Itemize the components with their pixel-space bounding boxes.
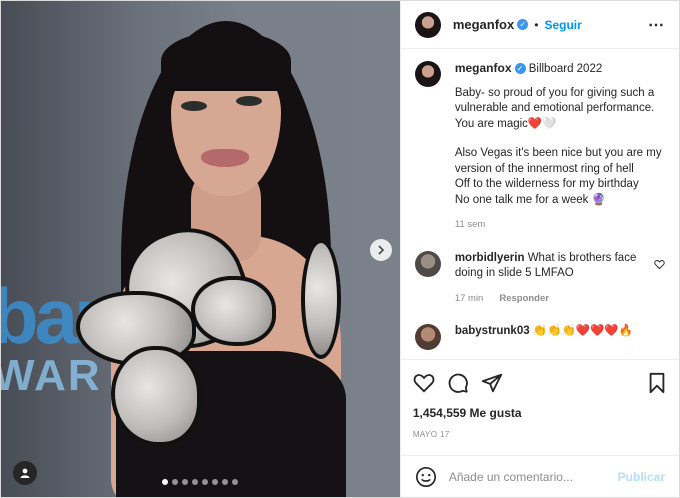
photo-eye-right [236, 96, 262, 106]
author-avatar[interactable] [414, 11, 441, 38]
header-separator: • [534, 17, 539, 32]
add-comment-bar: Publicar [400, 455, 679, 497]
comment-time[interactable]: 17 min [455, 293, 484, 304]
caption-paragraph: Baby- so proud of you for giving such a … [454, 86, 655, 130]
comment-icon [448, 373, 468, 393]
post-side-panel: meganfox ✓ • Seguir ⋯ meganfox ✓ Billboar… [399, 1, 679, 497]
comment-button[interactable] [447, 372, 469, 394]
comment-meta: 17 min Responder [455, 291, 648, 307]
backdrop-logo-art-2: WAR [1, 351, 102, 400]
author-username[interactable]: meganfox [453, 17, 514, 32]
ellipsis-icon[interactable]: ⋯ [648, 15, 665, 35]
photo-bangs [161, 31, 291, 91]
like-comment-heart-icon[interactable] [654, 259, 665, 270]
caption-body: meganfox ✓ Billboard 2022 Baby- so proud … [455, 61, 665, 233]
action-icons [413, 366, 667, 400]
carousel-dot [172, 479, 179, 485]
verified-badge-icon: ✓ [517, 19, 529, 30]
comment-input[interactable] [448, 469, 618, 484]
post-date[interactable]: MAYO 17 [413, 430, 667, 439]
bookmark-icon [649, 372, 665, 394]
post-actions: 1,454,559 Me gusta MAYO 17 [400, 359, 679, 455]
share-button[interactable] [481, 372, 503, 394]
photo-flower-petal [301, 239, 341, 359]
photo-flower-petal [111, 346, 201, 446]
carousel-dot [192, 479, 199, 485]
post-media[interactable]: bar WAR [1, 1, 400, 497]
save-button[interactable] [647, 372, 667, 394]
comment-avatar[interactable] [414, 324, 441, 350]
comments-list[interactable]: meganfox ✓ Billboard 2022 Baby- so proud … [401, 49, 679, 359]
comment: babystrunk03 👏👏👏❤️❤️❤️🔥 [414, 324, 665, 350]
caption-title: Billboard 2022 [528, 63, 603, 75]
follow-button[interactable]: Seguir [544, 18, 581, 32]
carousel-dot [222, 479, 229, 485]
paper-plane-icon [481, 373, 502, 393]
comment-body: morbidlyerin What is brothers face doing… [455, 251, 648, 307]
carousel-indicators [1, 479, 400, 485]
chevron-right-icon [378, 245, 384, 255]
comment-username[interactable]: morbidlyerin [455, 252, 525, 264]
comment-body: babystrunk03 👏👏👏❤️❤️❤️🔥 [455, 324, 665, 350]
publish-button[interactable]: Publicar [618, 470, 665, 484]
caption-time[interactable]: 11 sem [455, 217, 665, 233]
carousel-dot [202, 479, 209, 485]
reply-button[interactable]: Responder [499, 293, 549, 304]
like-button[interactable] [413, 372, 435, 394]
likes-count[interactable]: 1,454,559 Me gusta [413, 406, 667, 420]
verified-badge-icon: ✓ [514, 63, 526, 75]
post-header: meganfox ✓ • Seguir ⋯ [400, 1, 679, 49]
next-slide-button[interactable] [369, 239, 392, 261]
comment-text: 👏👏👏❤️❤️❤️🔥 [532, 325, 634, 337]
caption-avatar[interactable] [414, 61, 441, 87]
user-icon [20, 468, 30, 478]
carousel-dot [232, 479, 239, 485]
photo-eye-left [181, 101, 207, 111]
photo-lips [201, 149, 249, 167]
comment-avatar[interactable] [414, 250, 441, 277]
caption-username[interactable]: meganfox [455, 61, 512, 75]
comment: morbidlyerin What is brothers face doing… [414, 250, 665, 307]
carousel-dot [182, 479, 189, 485]
caption-line: No one talk me for a week 🔮 [454, 193, 606, 206]
carousel-dot [162, 479, 169, 485]
heart-icon [413, 374, 435, 393]
smiley-icon [415, 466, 436, 487]
photo-flower-petal [191, 276, 276, 346]
comment-username[interactable]: babystrunk03 [455, 325, 530, 337]
carousel-dot [212, 479, 219, 485]
caption-line: Also Vegas it's been nice but you are my… [454, 147, 662, 175]
caption: meganfox ✓ Billboard 2022 Baby- so proud … [414, 61, 665, 233]
caption-paragraph: Also Vegas it's been nice but you are my… [455, 146, 665, 208]
caption-line: Off to the wilderness for my birthday [454, 178, 639, 190]
post-dialog: bar WAR meganfox ✓ • Seguir ⋯ meganfox ✓… [0, 0, 680, 498]
emoji-button[interactable] [415, 466, 437, 488]
